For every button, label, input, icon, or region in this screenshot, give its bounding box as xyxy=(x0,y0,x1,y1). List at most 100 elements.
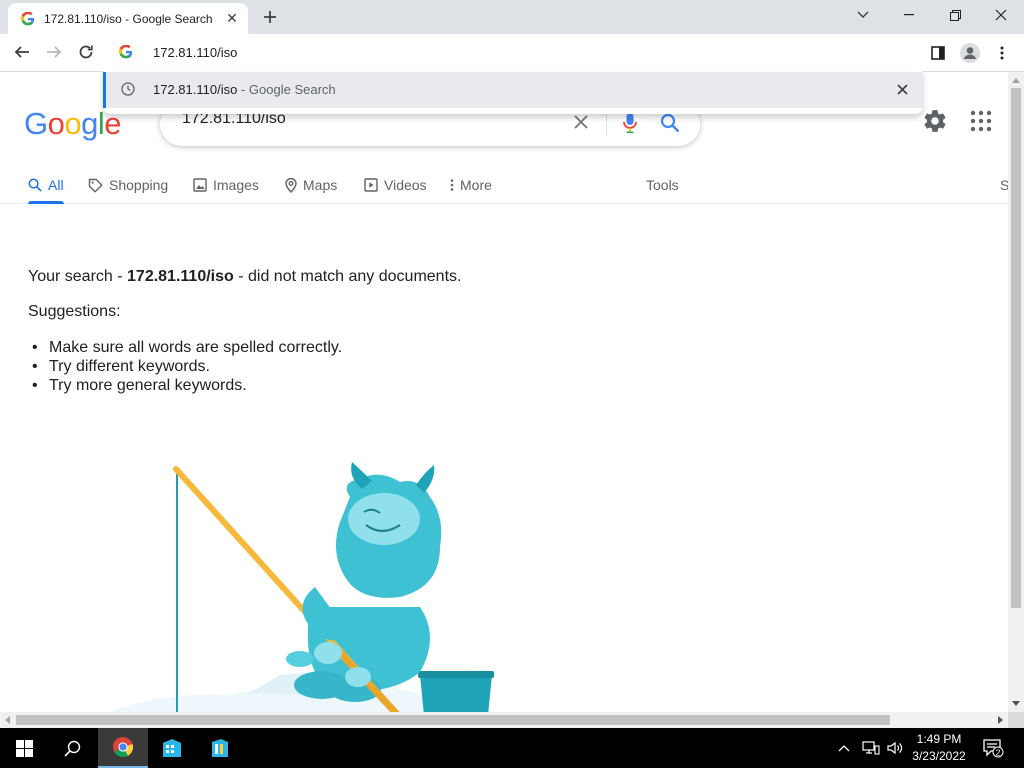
taskbar-chrome-button[interactable] xyxy=(98,728,148,768)
restore-button[interactable] xyxy=(932,0,978,30)
notification-icon: 2 xyxy=(983,739,1004,758)
logo-letter: o xyxy=(64,106,82,141)
tab-maps-label: Maps xyxy=(303,177,338,193)
google-g-icon xyxy=(119,44,133,64)
scroll-left-icon[interactable] xyxy=(5,716,10,724)
remove-suggestion-icon[interactable] xyxy=(893,80,911,98)
history-clock-icon xyxy=(121,82,135,101)
google-favicon-icon xyxy=(20,11,36,27)
tab-videos[interactable]: Videos xyxy=(364,172,427,198)
tools-button[interactable]: Tools xyxy=(646,172,679,198)
side-panel-button[interactable] xyxy=(925,40,951,66)
tab-videos-label: Videos xyxy=(384,177,427,193)
forward-button[interactable] xyxy=(40,38,68,66)
no-results-message: Your search - 172.81.110/iso - did not m… xyxy=(28,268,461,286)
tab-strip: 172.81.110/iso - Google Search ✕ xyxy=(0,0,1024,34)
microphone-icon[interactable] xyxy=(622,112,638,139)
logo-letter: g xyxy=(81,106,98,141)
search-icon xyxy=(28,178,42,192)
volume-button[interactable] xyxy=(886,728,904,768)
network-icon xyxy=(862,741,880,755)
tab-overflow-fragment[interactable]: S xyxy=(1000,172,1008,198)
tab-shopping[interactable]: Shopping xyxy=(88,172,168,198)
reload-icon xyxy=(79,45,93,59)
tab-title: 172.81.110/iso - Google Search xyxy=(44,11,213,26)
arrow-right-icon xyxy=(47,46,62,58)
notification-count: 2 xyxy=(996,747,1001,757)
plus-icon xyxy=(264,11,276,23)
scrollbar-corner xyxy=(1008,712,1024,728)
clear-search-icon[interactable] xyxy=(572,113,590,136)
tab-search-button[interactable] xyxy=(840,0,886,30)
suggestions-heading: Suggestions: xyxy=(28,303,121,320)
network-button[interactable] xyxy=(862,728,880,768)
tab-all-label: All xyxy=(48,177,64,193)
taskbar-app-button-2[interactable] xyxy=(196,728,244,768)
tab-maps[interactable]: Maps xyxy=(285,172,337,198)
suggestion-separator: - xyxy=(237,82,249,97)
minimize-button[interactable] xyxy=(886,0,932,30)
divider xyxy=(606,112,607,136)
suggestion-text: 172.81.110/iso - Google Search xyxy=(153,82,336,97)
logo-letter: o xyxy=(47,106,65,141)
search-icon xyxy=(63,740,80,757)
windows-logo-icon xyxy=(15,739,33,757)
address-input[interactable]: 172.81.110/iso xyxy=(153,45,237,60)
taskbar-search-button[interactable] xyxy=(48,728,96,768)
action-center-button[interactable]: 2 xyxy=(982,728,1008,768)
suggestion-query: 172.81.110/iso xyxy=(153,82,238,97)
clock-date: 3/23/2022 xyxy=(912,749,966,763)
browser-menu-button[interactable] xyxy=(989,40,1015,66)
restore-icon xyxy=(949,9,961,21)
scroll-up-icon[interactable] xyxy=(1012,78,1020,83)
scroll-right-icon[interactable] xyxy=(998,716,1003,724)
tab-images[interactable]: Images xyxy=(193,172,259,198)
minimize-icon xyxy=(904,14,914,16)
reload-button[interactable] xyxy=(72,38,100,66)
suggestion-item: Try different keywords. xyxy=(28,357,342,376)
address-bar[interactable]: 172.81.110/iso xyxy=(103,36,923,70)
side-panel-icon xyxy=(931,46,945,60)
browser-tab[interactable]: 172.81.110/iso - Google Search ✕ xyxy=(8,3,248,34)
close-window-button[interactable] xyxy=(978,0,1024,30)
search-icon[interactable] xyxy=(660,113,680,138)
taskbar-app-button[interactable] xyxy=(148,728,196,768)
tag-icon xyxy=(88,178,103,192)
omnibox-suggestion[interactable]: 172.81.110/iso - Google Search xyxy=(103,72,923,108)
speaker-icon xyxy=(887,741,903,755)
vertical-scroll-thumb[interactable] xyxy=(1011,88,1021,608)
vertical-scrollbar[interactable] xyxy=(1008,72,1024,712)
horizontal-scrollbar[interactable] xyxy=(0,712,1008,728)
clock-time: 1:49 PM xyxy=(916,732,962,746)
suggestion-source: Google Search xyxy=(248,82,336,97)
tab-more-label: More xyxy=(460,177,492,193)
scroll-down-icon[interactable] xyxy=(1012,701,1020,706)
suggestion-item: Make sure all words are spelled correctl… xyxy=(28,338,342,357)
profile-button[interactable] xyxy=(957,40,983,66)
logo-letter: G xyxy=(24,106,48,141)
start-button[interactable] xyxy=(0,728,48,768)
chevron-down-icon xyxy=(857,11,869,18)
no-results-suffix: - did not match any documents. xyxy=(233,268,462,285)
no-results-prefix: Your search - xyxy=(28,268,128,285)
search-results-page: Google 172.81.110/iso All Shopping Image… xyxy=(0,72,1008,712)
back-button[interactable] xyxy=(8,38,36,66)
new-tab-button[interactable] xyxy=(258,5,282,29)
video-play-icon xyxy=(364,178,378,192)
no-results-query: 172.81.110/iso xyxy=(127,268,234,285)
tab-all[interactable]: All xyxy=(28,172,64,198)
google-apps-icon[interactable] xyxy=(970,110,992,137)
taskbar-clock[interactable]: 1:49 PM 3/23/2022 xyxy=(906,731,972,765)
tab-more[interactable]: More xyxy=(450,172,492,198)
windows-taskbar: 1:49 PM 3/23/2022 2 xyxy=(0,728,1024,768)
kebab-menu-icon xyxy=(1000,46,1004,60)
tab-close-icon[interactable]: ✕ xyxy=(224,10,240,27)
tab-images-label: Images xyxy=(213,177,259,193)
horizontal-scroll-thumb[interactable] xyxy=(16,715,890,725)
tab-shopping-label: Shopping xyxy=(109,177,169,193)
active-tab-underline xyxy=(28,201,64,204)
search-tabs: All Shopping Images Maps Videos More Too… xyxy=(0,168,1008,204)
show-hidden-icons-button[interactable] xyxy=(838,728,850,768)
settings-gear-icon[interactable] xyxy=(922,108,948,139)
app-building-icon xyxy=(163,739,181,757)
